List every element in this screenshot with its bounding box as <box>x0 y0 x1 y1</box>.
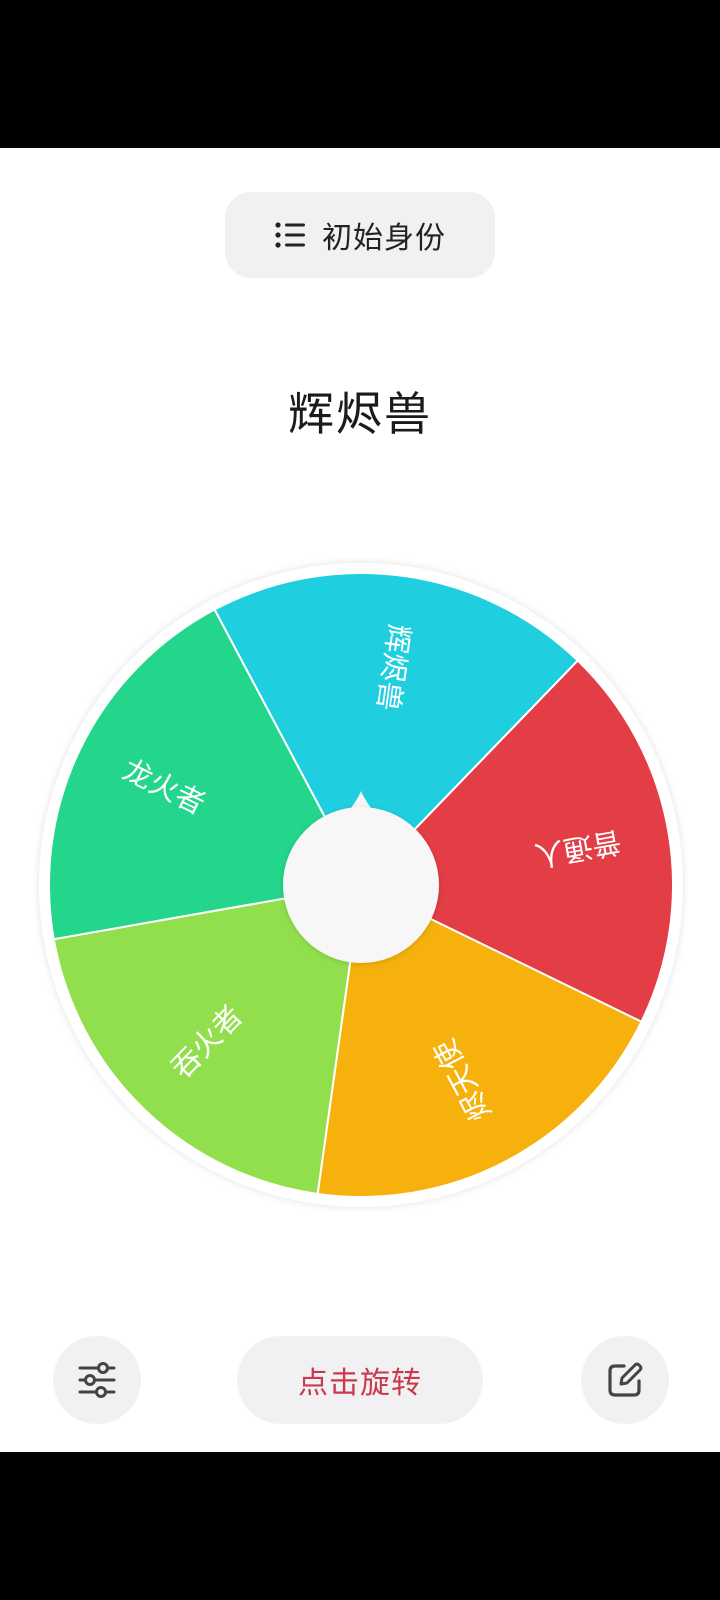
sliders-icon <box>78 1362 116 1398</box>
mode-label: 初始身份 <box>322 221 446 256</box>
initial-identity-button[interactable]: 初始身份 <box>225 192 495 278</box>
spin-wheel[interactable]: 辉烬兽普通人烬天使吞火者龙火者 <box>34 558 688 1212</box>
edit-icon <box>608 1362 643 1397</box>
spin-button[interactable]: 点击旋转 <box>237 1336 483 1424</box>
list-icon <box>275 222 305 248</box>
app-screen: 初始身份 辉烬兽 辉烬兽 普通人 烬天使 吞火者 龙火者 点击旋转 <box>0 148 720 1452</box>
edit-button[interactable] <box>581 1336 669 1424</box>
spin-button-label: 点击旋转 <box>298 1366 422 1401</box>
result-text: 辉烬兽 <box>288 387 432 441</box>
settings-button[interactable] <box>53 1336 141 1424</box>
